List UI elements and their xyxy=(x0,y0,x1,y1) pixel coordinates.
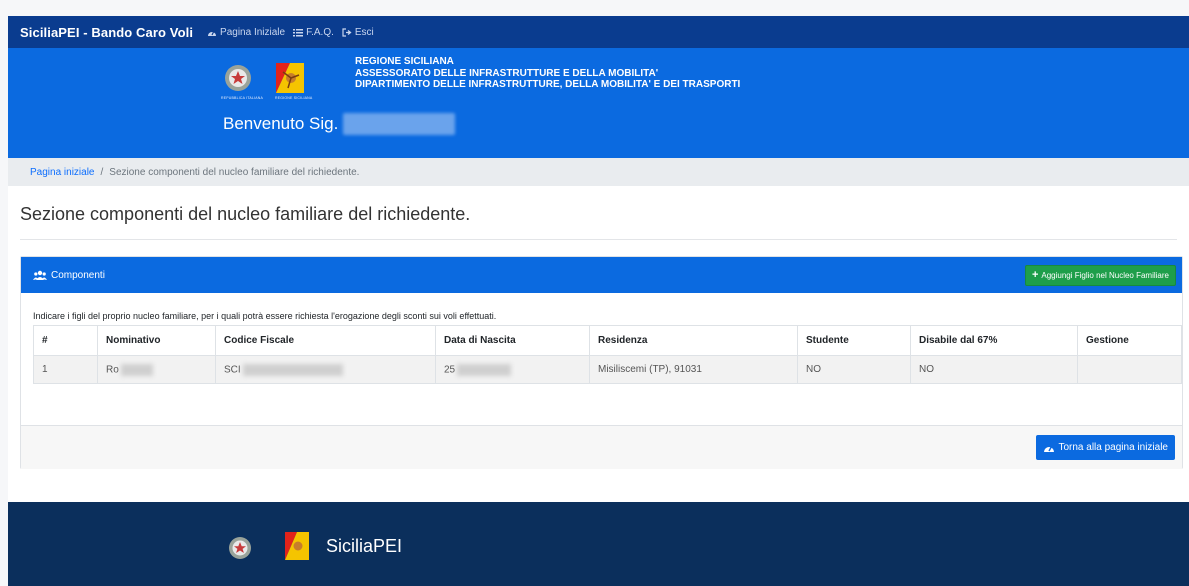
sicily-region-emblem-icon xyxy=(285,532,309,560)
page-frame: SiciliaPEI - Bando Caro Voli Pagina Iniz… xyxy=(8,16,1189,586)
intro-text: Indicare i figli del proprio nucleo fami… xyxy=(33,311,497,321)
sicily-region-emblem-icon xyxy=(276,63,304,93)
column-header-data-nascita: Data di Nascita xyxy=(435,325,590,356)
dashboard-icon xyxy=(208,30,217,36)
column-header-studente: Studente xyxy=(797,325,911,356)
nav-link-home-label: Pagina Iniziale xyxy=(220,26,286,38)
cell-number: 1 xyxy=(33,355,98,384)
institution-line-1: REGIONE SICILIANA xyxy=(355,56,454,67)
column-header-number: # xyxy=(33,325,98,356)
back-home-button[interactable]: Torna alla pagina iniziale xyxy=(1036,435,1175,460)
back-home-button-label: Torna alla pagina iniziale xyxy=(1058,442,1168,453)
emblem-right-caption: REGIONE SICILIANA xyxy=(275,96,313,100)
breadcrumb-separator: / xyxy=(100,166,104,178)
dashboard-icon xyxy=(1044,445,1055,452)
navbar-brand[interactable]: SiciliaPEI - Bando Caro Voli xyxy=(20,25,193,40)
italian-republic-emblem-icon xyxy=(225,65,251,91)
cell-gestione xyxy=(1077,355,1182,384)
family-members-table: # Nominativo Codice Fiscale Data di Nasc… xyxy=(33,325,1182,384)
cell-codice-fiscale-text: SCI xyxy=(224,364,241,376)
card-title-label: Componenti xyxy=(51,269,105,281)
cell-residenza: Misiliscemi (TP), 91031 xyxy=(589,355,798,384)
nav-link-home[interactable]: Pagina Iniziale xyxy=(207,27,285,38)
breadcrumb-home-link[interactable]: Pagina iniziale xyxy=(30,167,95,178)
footer-brand: SiciliaPEI xyxy=(326,536,403,556)
add-child-button-label: Aggiungi Figlio nel Nucleo Familiare xyxy=(1041,270,1169,280)
nav-link-logout-label: Esci xyxy=(354,26,374,38)
nav-link-logout[interactable]: Esci xyxy=(342,27,374,38)
card-footer: Torna alla pagina iniziale xyxy=(21,425,1182,469)
header-banner: REPUBBLICA ITALIANA REGIONE SICILIANA RE… xyxy=(8,48,1189,158)
redacted-fiscal-code xyxy=(242,363,343,376)
cell-data-nascita: 25 xyxy=(435,355,590,384)
divider xyxy=(20,239,1177,240)
welcome-message: Benvenuto Sig. xyxy=(223,113,456,135)
top-navbar: SiciliaPEI - Bando Caro Voli Pagina Iniz… xyxy=(8,16,1189,48)
column-header-codice-fiscale: Codice Fiscale xyxy=(215,325,436,356)
cell-studente: NO xyxy=(797,355,911,384)
card-title: Componenti xyxy=(33,270,105,281)
cell-data-nascita-text: 25 xyxy=(444,364,456,376)
column-header-disabile: Disabile dal 67% xyxy=(910,325,1078,356)
column-header-nominativo: Nominativo xyxy=(97,325,216,356)
card-header: Componenti + Aggiungi Figlio nel Nucleo … xyxy=(21,257,1182,293)
page-footer: SiciliaPEI xyxy=(8,502,1189,586)
table-header-row: # Nominativo Codice Fiscale Data di Nasc… xyxy=(33,325,1182,356)
cell-codice-fiscale: SCI xyxy=(215,355,436,384)
redacted-name xyxy=(120,363,153,376)
cell-nominativo-text: Ro xyxy=(106,364,119,376)
breadcrumb: Pagina iniziale / Sezione componenti del… xyxy=(8,158,1189,186)
emblem-left-caption: REPUBBLICA ITALIANA xyxy=(221,96,264,100)
welcome-label: Benvenuto Sig. xyxy=(223,114,339,133)
sign-out-icon xyxy=(342,27,352,37)
list-icon xyxy=(293,28,304,36)
add-child-button[interactable]: + Aggiungi Figlio nel Nucleo Familiare xyxy=(1024,264,1176,286)
column-header-residenza: Residenza xyxy=(589,325,798,356)
nav-link-faq[interactable]: F.A.Q. xyxy=(293,27,334,38)
cell-disabile: NO xyxy=(910,355,1078,384)
users-icon xyxy=(33,270,47,280)
table-row: 1 Ro SCI 25 Misiliscemi (TP), 91031 NO N… xyxy=(33,355,1182,384)
redacted-user-name xyxy=(343,113,456,135)
plus-icon: + xyxy=(1031,269,1039,281)
components-card: Componenti + Aggiungi Figlio nel Nucleo … xyxy=(20,256,1183,469)
institution-text: REGIONE SICILIANA ASSESSORATO DELLE INFR… xyxy=(355,56,740,91)
institution-line-3: DIPARTIMENTO DELLE INFRASTRUTTURE, DELLA… xyxy=(355,79,741,90)
card-body: Indicare i figli del proprio nucleo fami… xyxy=(21,293,1182,384)
page-title: Sezione componenti del nucleo familiare … xyxy=(20,204,471,224)
redacted-birth-date xyxy=(457,363,512,376)
column-header-gestione: Gestione xyxy=(1077,325,1182,356)
institution-line-2: ASSESSORATO DELLE INFRASTRUTTURE E DELLA… xyxy=(355,67,659,79)
nav-link-faq-label: F.A.Q. xyxy=(306,26,334,38)
breadcrumb-current: Sezione componenti del nucleo familiare … xyxy=(109,166,360,178)
cell-nominativo: Ro xyxy=(97,355,216,384)
italian-republic-emblem-icon xyxy=(229,537,251,559)
